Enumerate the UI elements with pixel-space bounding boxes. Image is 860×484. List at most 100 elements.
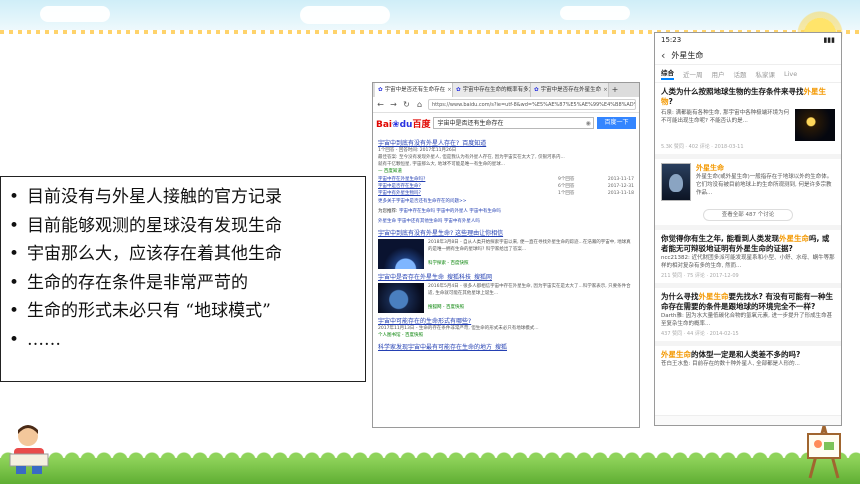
qa-heading: — 百度知道 (378, 169, 402, 174)
topic-name: 外星生命 (696, 164, 724, 172)
answer-card[interactable]: 你觉得你有生之年, 能看到人类发现外星生命吗, 或者能无可辩驳地证明有外星生命的… (655, 230, 841, 288)
forward-icon[interactable]: → (389, 100, 398, 109)
browser-tab-bar: ✿ 宇宙中是否还有生命存在 × ✿ 宇宙中存在生命的概率有多大 × ✿ 宇宙中是… (373, 83, 639, 97)
topic-description: 外星生命(或外星生命)一般指存在于地球以外的生命体。它们均没有被目前地球上的生命… (696, 174, 833, 196)
alien-thumbnail (661, 163, 691, 201)
view-all-button[interactable]: 查看全部 487 个讨论 (703, 209, 793, 221)
related-searches: 为您推荐: 宇宙中存在生命吗 宇宙中的外星人 宇宙中有生命吗 (378, 208, 634, 215)
bullet-list-box: 目前没有与外星人接触的官方记录 目前能够观测的星球没有发现生命 宇宙那么大，应该… (0, 176, 366, 382)
bullet-item: 目前能够观测的星球没有发现生命 (9, 212, 357, 241)
result-snippet: 2016年5月4日 - 很多人都相信宇宙中存在外星生命, 因为宇宙实在是太大了.… (428, 284, 631, 296)
table-row[interactable]: 宇宙中存在外星生命吗? 9个回答 2013-11-17 (378, 176, 634, 183)
phone-search-query[interactable]: 外星生命 (671, 50, 703, 61)
browser-tab-label: 宇宙中是否还有生命存在 (384, 87, 446, 93)
card-snippet: ncc21382: 近代财团多派可能发现星系和小型、小舒、水母、蜗牛等那样的相对… (661, 255, 835, 269)
result-snippet: 2018年3月8日 - 自从人类开始探索宇宙以来, 便一直在寻找外星生命的踪迹.… (428, 240, 631, 252)
galaxy-thumbnail (795, 109, 835, 141)
topic-row: 外星生命 外星生命(或外星生命)一般指存在于地球以外的生命体。它们均没有被目前地… (661, 163, 835, 205)
tab-courses[interactable]: 私家课 (756, 69, 776, 79)
phone-screenshot: 15:23 ▮▮▮ ‹ 外星生命 综合 近一周 用户 话题 私家课 Live 人… (654, 32, 842, 426)
browser-nav-bar: ← → ↻ ⌂ https://www.baidu.com/s?ie=utf-8… (373, 97, 639, 113)
search-query: 宇宙中是否还有生命存在 (437, 120, 504, 127)
cloud-shape (40, 6, 110, 22)
card-body: 石泉: 满都能有各种生命, 那宇宙中各种极端环境为何不可能出现生命呢? 不能否认… (661, 109, 835, 141)
search-results: 宇宙中到底有没有外星人存在?_百度知道 1个回答 - 回答时间: 2017年11… (373, 133, 639, 353)
bullet-item: 目前没有与外星人接触的官方记录 (9, 183, 357, 212)
card-meta: 5.3K 赞同 · 402 评论 · 2018-03-11 (661, 144, 744, 150)
bullet-list: 目前没有与外星人接触的官方记录 目前能够观测的星球没有发现生命 宇宙那么大，应该… (9, 183, 357, 354)
card-meta: 211 赞同 · 75 评论 · 2017-12-09 (661, 273, 739, 279)
result-title-link[interactable]: 宇宙中到底有没有外星生命? 这些理由让你相信 (378, 228, 634, 237)
bullet-item: 宇宙那么大，应该存在着其他生命 (9, 240, 357, 269)
answer-card[interactable]: 人类为什么按照地球生物的生存条件来寻找外星生物? 石泉: 满都能有各种生命, 那… (655, 83, 841, 159)
result-source: 个人图书馆 - 百度快照 (378, 333, 423, 338)
paw-icon: ❀ (392, 119, 400, 130)
card-meta: 437 赞同 · 44 评论 · 2014-02-15 (661, 331, 739, 337)
result-snippet: 2017年11月13日 - 生命的存在条件非常严苛, 但生命的形式未必只有地球模… (378, 326, 539, 331)
sky-band (0, 0, 860, 30)
result-source: 科学探索 - 百度快照 (428, 261, 469, 266)
table-row[interactable]: 宇宙中有外星生物吗? 1个回答 2013-11-18 (378, 190, 634, 197)
tab-topics[interactable]: 话题 (734, 69, 747, 79)
search-input[interactable]: 宇宙中是否还有生命存在 ◉ (433, 117, 594, 129)
easel-icon (807, 425, 841, 479)
image-result: 2016年5月4日 - 很多人都相信宇宙中存在外星生命, 因为宇宙实在是太大了.… (378, 283, 634, 313)
topic-card[interactable]: 外星生命 外星生命(或外星生命)一般指存在于地球以外的生命体。它们均没有被目前地… (655, 159, 841, 230)
planet-thumbnail[interactable] (378, 283, 424, 313)
paw-icon: ✿ (378, 87, 383, 93)
card-snippet: Darth雅: 因为水大量低碳化合物的氢氧元素, 进一步提升了形成生命甚至复杂生… (661, 313, 833, 327)
card-snippet: 石泉: 满都能有各种生命, 那宇宙中各种极端环境为何不可能出现生命呢? 不能否认… (661, 110, 790, 124)
browser-tab-label: 宇宙中是否存在外星生命 (540, 87, 602, 93)
cloud-shape (560, 6, 630, 20)
result-snippet: 就有千亿颗恒星, 宇宙那么大, 地球不可能是唯一有生命的星球... (378, 162, 506, 167)
new-tab-button[interactable]: + (609, 83, 621, 97)
baidu-logo[interactable]: Bai❀du百度 (376, 117, 430, 130)
phone-tab-bar: 综合 近一周 用户 话题 私家课 Live (655, 65, 841, 83)
earth-thumbnail[interactable] (378, 239, 424, 269)
topic-info: 外星生命 外星生命(或外星生命)一般指存在于地球以外的生命体。它们均没有被目前地… (696, 163, 835, 205)
table-row[interactable]: 宇宙中是否存在生命? 6个回答 2017-12-31 (378, 183, 634, 190)
tab-general[interactable]: 综合 (661, 67, 674, 80)
status-time: 15:23 (661, 36, 682, 44)
back-icon[interactable]: ‹ (661, 49, 665, 62)
result-title-link[interactable]: 宇宙中到底有没有外星人存在?_百度知道 (378, 138, 634, 147)
answer-card[interactable]: 为什么寻找外星生命要先找水? 有没有可能有一种生命存在需要的条件是跟地球的环境完… (655, 288, 841, 346)
result-source: 搜狐网 - 百度快照 (428, 305, 464, 310)
tab-users[interactable]: 用户 (712, 69, 725, 79)
back-icon[interactable]: ← (376, 100, 385, 109)
related-link[interactable]: 外星生命 宇宙中还有其他生命吗 宇宙中有外星人吗 (378, 218, 634, 225)
tab-week[interactable]: 近一周 (683, 69, 703, 79)
home-icon[interactable]: ⌂ (415, 100, 424, 109)
answer-card[interactable]: 外星生命的体型一定是和人类差不多的吗? 苍白王水鱼: 目前存在的数十种外星人, … (655, 346, 841, 372)
related-link[interactable]: 宇宙中存在生命吗 宇宙中的外星人 宇宙中有生命吗 (399, 209, 501, 214)
paw-icon: ✿ (456, 87, 461, 93)
image-result: 2018年3月8日 - 自从人类开始探索宇宙以来, 便一直在寻找外星生命的踪迹.… (378, 239, 634, 269)
result-meta: 1个回答 - 回答时间: 2017年11月26日 (378, 148, 457, 153)
paw-icon: ✿ (534, 87, 539, 93)
browser-screenshot: ✿ 宇宙中是否还有生命存在 × ✿ 宇宙中存在生命的概率有多大 × ✿ 宇宙中是… (372, 82, 640, 428)
qa-more-link[interactable]: 更多关于宇宙中是否还有生命存在的问题>> (378, 198, 634, 205)
result-text: 2018年3月8日 - 自从人类开始探索宇宙以来, 便一直在寻找外星生命的踪迹.… (428, 239, 634, 269)
bullet-item: …… (9, 326, 357, 355)
bullet-item: 生命的存在条件是非常严苛的 (9, 269, 357, 298)
camera-icon[interactable]: ◉ (586, 118, 591, 129)
browser-tab-label: 宇宙中存在生命的概率有多大 (462, 87, 531, 93)
bullet-item: 生命的形式未必只有 “地球模式” (9, 297, 357, 326)
browser-tab[interactable]: ✿ 宇宙中是否还有生命存在 × (375, 83, 453, 97)
cloud-shape (300, 6, 390, 24)
browser-tab[interactable]: ✿ 宇宙中存在生命的概率有多大 × (453, 83, 531, 97)
card-title: 人类为什么按照地球生物的生存条件来寻找外星生物? (661, 87, 826, 106)
result-title-link[interactable]: 宇宙中是否存在外星生命_搜狐科技_搜狐网 (378, 272, 634, 281)
tab-live[interactable]: Live (784, 70, 797, 78)
card-snippet: 苍白王水鱼: 目前存在的数十种外星人, 全部都是人形的... (661, 361, 800, 367)
refresh-icon[interactable]: ↻ (402, 100, 411, 109)
result-title-link[interactable]: 科学家发现宇宙中最有可能存在生命的地方_搜狐 (378, 342, 634, 351)
reading-kid-icon (9, 425, 49, 474)
result-title-link[interactable]: 宇宙中可能存在的生命形式有哪些? (378, 316, 634, 325)
search-button[interactable]: 百度一下 (596, 117, 636, 129)
browser-tab[interactable]: ✿ 宇宙中是否存在外星生命 × (531, 83, 609, 97)
result-snippet: 最佳答案: 至今没有发现外星人, 但是我认为有外星人存在, 因为宇宙实在太大了,… (378, 155, 565, 160)
qa-table: 宇宙中存在外星生命吗? 9个回答 2013-11-17 宇宙中是否存在生命? 6… (378, 176, 634, 197)
address-bar[interactable]: https://www.baidu.com/s?ie=utf-8&wd=%E5%… (428, 99, 636, 110)
phone-search-bar[interactable]: ‹ 外星生命 (655, 47, 841, 65)
